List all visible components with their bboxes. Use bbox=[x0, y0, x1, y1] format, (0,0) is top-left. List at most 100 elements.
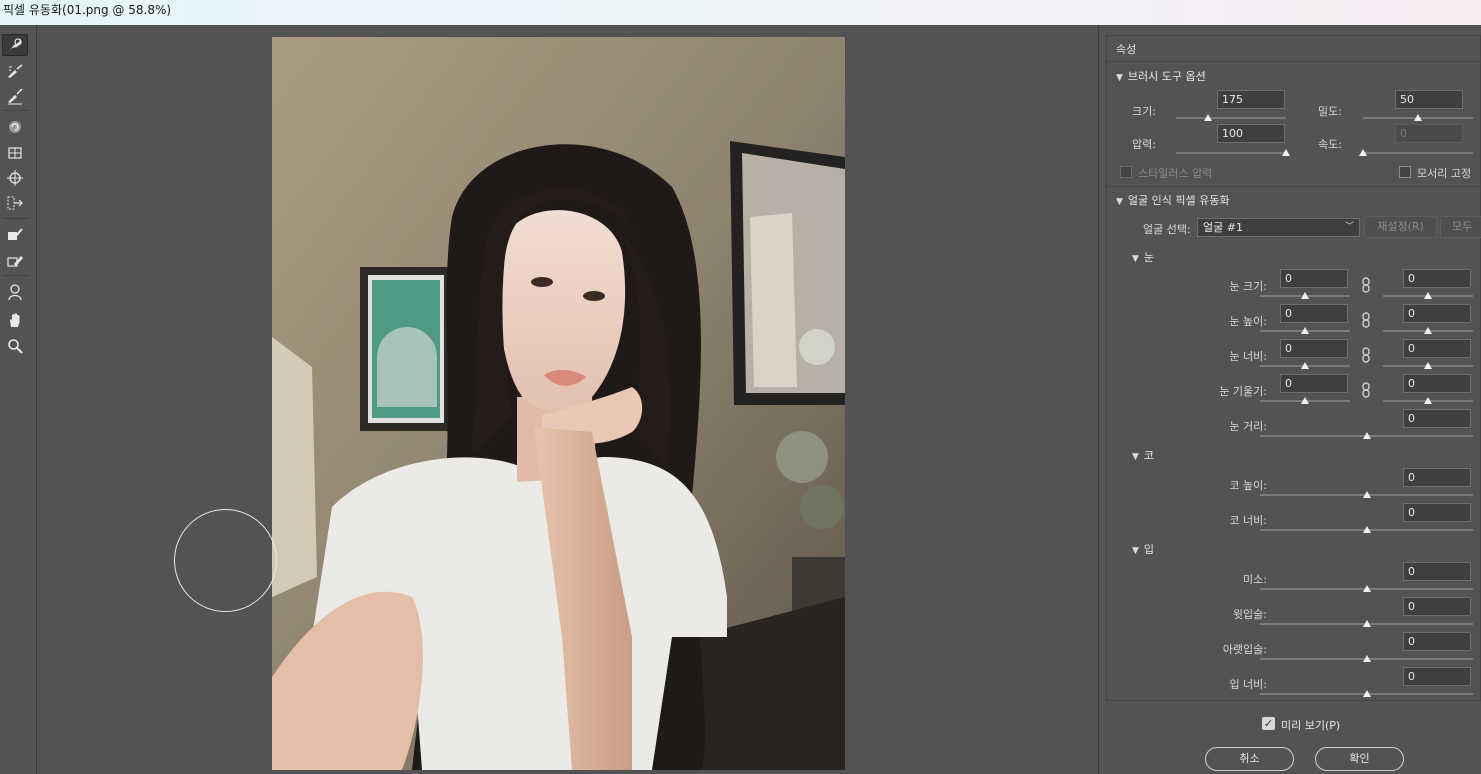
eyes-heading[interactable]: ▼ 눈 bbox=[1132, 249, 1154, 265]
upper-lip-slider-thumb[interactable] bbox=[1363, 620, 1371, 627]
thaw-mask-tool-icon[interactable] bbox=[2, 250, 28, 272]
reconstruct-tool-icon[interactable] bbox=[2, 60, 28, 82]
bloat-tool-icon[interactable] bbox=[2, 167, 28, 189]
eye-height-right-field[interactable]: 0 bbox=[1403, 304, 1471, 323]
brush-density-field[interactable]: 50 bbox=[1395, 90, 1463, 109]
brush-size-slider-track[interactable] bbox=[1176, 117, 1286, 119]
brush-size-field[interactable]: 175 bbox=[1217, 90, 1285, 109]
eye-height-left-slider-thumb[interactable] bbox=[1301, 327, 1309, 334]
brush-rate-label: 속도: bbox=[1318, 138, 1342, 151]
face-tool-icon[interactable] bbox=[2, 281, 28, 303]
mouth-width-label: 입 너비: bbox=[1229, 678, 1267, 691]
nose-heading[interactable]: ▼ 코 bbox=[1132, 447, 1154, 463]
properties-panel: 속성 ▼ 브러시 도구 옵션 크기: 175 밀도: 50 압력: 100 속도:… bbox=[1106, 35, 1481, 701]
eye-size-left-field[interactable]: 0 bbox=[1280, 269, 1348, 288]
brush-cursor-circle bbox=[174, 509, 277, 612]
pucker-tool-icon[interactable] bbox=[2, 142, 28, 164]
eyes-heading-label: 눈 bbox=[1143, 251, 1155, 264]
preview-image bbox=[272, 37, 845, 770]
eye-height-right-slider-thumb[interactable] bbox=[1424, 327, 1432, 334]
pin-edges-label: 모서리 고정 bbox=[1417, 167, 1472, 180]
eye-width-left-field[interactable]: 0 bbox=[1280, 339, 1348, 358]
eye-tilt-right-slider-thumb[interactable] bbox=[1424, 397, 1432, 404]
brush-size-label: 크기: bbox=[1132, 105, 1156, 118]
eye-width-left-slider-thumb[interactable] bbox=[1301, 362, 1309, 369]
zoom-tool-icon[interactable] bbox=[2, 335, 28, 357]
nose-width-slider-thumb[interactable] bbox=[1363, 526, 1371, 533]
face-select-label: 얼굴 선택: bbox=[1143, 223, 1191, 236]
eye-height-label: 눈 높이: bbox=[1229, 315, 1267, 328]
eye-tilt-right-field[interactable]: 0 bbox=[1403, 374, 1471, 393]
push-left-tool-icon[interactable] bbox=[2, 192, 28, 214]
link-icon[interactable] bbox=[1361, 347, 1371, 363]
face-aware-heading[interactable]: ▼ 얼굴 인식 픽셀 유동화 bbox=[1116, 192, 1230, 208]
ok-button[interactable]: 확인 bbox=[1315, 747, 1404, 771]
brush-pressure-slider-thumb[interactable] bbox=[1282, 149, 1290, 156]
twirl-tool-icon[interactable] bbox=[2, 116, 28, 138]
face-select-dropdown[interactable]: 얼굴 #1 ﹀ bbox=[1197, 218, 1360, 237]
eye-tilt-label: 눈 기울기: bbox=[1219, 385, 1267, 398]
eye-tilt-left-slider-thumb[interactable] bbox=[1301, 397, 1309, 404]
toolbar-divider bbox=[3, 275, 29, 276]
nose-heading-label: 코 bbox=[1143, 449, 1155, 462]
chevron-down-icon: ﹀ bbox=[1344, 222, 1354, 232]
cancel-button[interactable]: 취소 bbox=[1205, 747, 1294, 771]
stylus-pressure-label: 스타일러스 압력 bbox=[1138, 167, 1213, 180]
nose-height-slider-thumb[interactable] bbox=[1363, 491, 1371, 498]
brush-pressure-field[interactable]: 100 bbox=[1217, 124, 1285, 143]
preview-checkbox[interactable]: ✓ bbox=[1262, 717, 1275, 730]
mouth-heading[interactable]: ▼ 입 bbox=[1132, 541, 1154, 557]
window-title-bar: 픽셀 유동화(01.png @ 58.8%) bbox=[0, 0, 1481, 25]
eye-distance-slider-thumb[interactable] bbox=[1363, 432, 1371, 439]
eye-distance-field[interactable]: 0 bbox=[1403, 409, 1471, 428]
smile-slider-thumb[interactable] bbox=[1363, 585, 1371, 592]
panel-divider-line bbox=[1107, 61, 1481, 62]
preview-label: 미리 보기(P) bbox=[1281, 719, 1341, 732]
nose-height-field[interactable]: 0 bbox=[1403, 468, 1471, 487]
eye-size-right-field[interactable]: 0 bbox=[1403, 269, 1471, 288]
eye-distance-label: 눈 거리: bbox=[1229, 420, 1267, 433]
eye-width-right-field[interactable]: 0 bbox=[1403, 339, 1471, 358]
collapse-triangle-icon: ▼ bbox=[1132, 254, 1139, 264]
brush-options-heading-label: 브러시 도구 옵션 bbox=[1127, 70, 1206, 83]
nose-height-label: 코 높이: bbox=[1229, 479, 1267, 492]
collapse-triangle-icon: ▼ bbox=[1132, 452, 1139, 462]
all-button[interactable]: 모두 bbox=[1440, 216, 1481, 238]
mouth-width-field[interactable]: 0 bbox=[1403, 667, 1471, 686]
brush-rate-field[interactable]: 0 bbox=[1395, 124, 1463, 143]
toolbar-divider bbox=[3, 218, 29, 219]
brush-rate-slider-track[interactable] bbox=[1363, 152, 1473, 154]
mouth-width-slider-thumb[interactable] bbox=[1363, 690, 1371, 697]
smile-field[interactable]: 0 bbox=[1403, 562, 1471, 581]
forward-warp-tool-icon[interactable] bbox=[2, 34, 28, 56]
eye-tilt-left-field[interactable]: 0 bbox=[1280, 374, 1348, 393]
brush-density-slider-thumb[interactable] bbox=[1414, 114, 1422, 121]
nose-width-label: 코 너비: bbox=[1229, 514, 1267, 527]
eye-width-right-slider-thumb[interactable] bbox=[1424, 362, 1432, 369]
panel-divider bbox=[1098, 25, 1099, 774]
link-icon[interactable] bbox=[1361, 382, 1371, 398]
brush-rate-slider-thumb[interactable] bbox=[1359, 149, 1367, 156]
lower-lip-field[interactable]: 0 bbox=[1403, 632, 1471, 651]
brush-pressure-label: 압력: bbox=[1132, 138, 1156, 151]
stylus-pressure-checkbox[interactable] bbox=[1120, 166, 1132, 178]
eye-height-left-field[interactable]: 0 bbox=[1280, 304, 1348, 323]
brush-size-slider-thumb[interactable] bbox=[1203, 114, 1212, 121]
reset-button[interactable]: 재설정(R) bbox=[1364, 216, 1437, 238]
lower-lip-slider-thumb[interactable] bbox=[1363, 655, 1371, 662]
hand-tool-icon[interactable] bbox=[2, 309, 28, 331]
brush-density-label: 밀도: bbox=[1318, 105, 1342, 118]
nose-width-field[interactable]: 0 bbox=[1403, 503, 1471, 522]
link-icon[interactable] bbox=[1361, 277, 1371, 293]
upper-lip-field[interactable]: 0 bbox=[1403, 597, 1471, 616]
freeze-mask-tool-icon[interactable] bbox=[2, 224, 28, 246]
brush-pressure-slider-track[interactable] bbox=[1176, 152, 1286, 154]
link-icon[interactable] bbox=[1361, 312, 1371, 328]
eye-size-right-slider-thumb[interactable] bbox=[1424, 292, 1432, 299]
eye-size-left-slider-thumb[interactable] bbox=[1301, 292, 1309, 299]
face-select-value: 얼굴 #1 bbox=[1203, 221, 1243, 234]
tools-panel bbox=[0, 25, 37, 774]
smooth-tool-icon[interactable] bbox=[2, 85, 28, 107]
brush-options-heading[interactable]: ▼ 브러시 도구 옵션 bbox=[1116, 68, 1206, 84]
pin-edges-checkbox[interactable] bbox=[1399, 166, 1411, 178]
